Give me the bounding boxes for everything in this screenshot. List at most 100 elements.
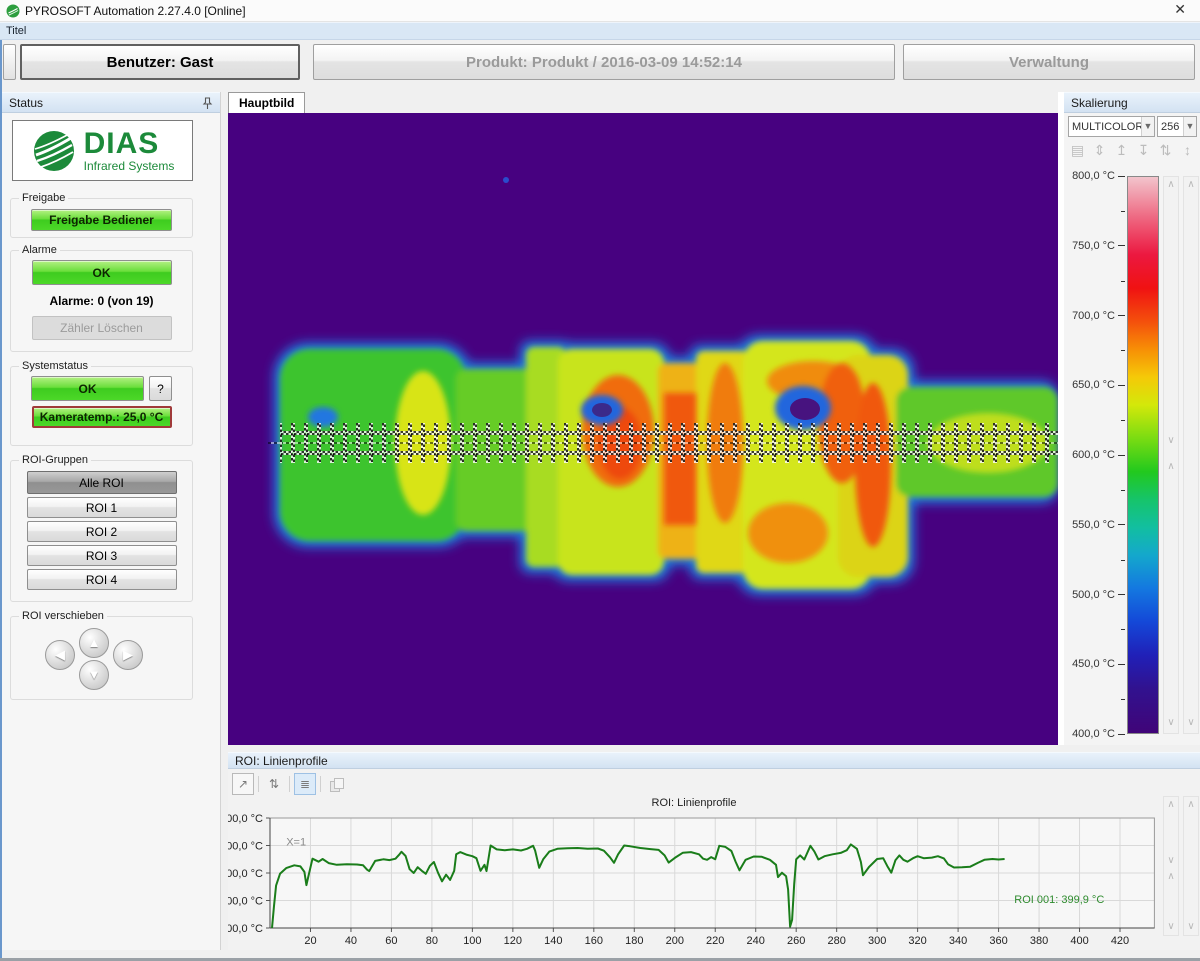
line-profile-chart[interactable]: 2040608010012014016018020022024026028030…	[228, 796, 1160, 950]
svg-text:400,0 °C: 400,0 °C	[228, 923, 263, 935]
scale-compress-icon[interactable]: ⇅	[1158, 142, 1173, 159]
produkt-button[interactable]: Produkt: Produkt / 2016-03-09 14:52:14	[313, 44, 895, 80]
arrow-up-icon[interactable]: ∧	[1164, 799, 1178, 810]
popout-icon[interactable]: ↗	[232, 773, 254, 795]
scale-labels: 800,0 °C750,0 °C700,0 °C650,0 °C600,0 °C…	[1066, 176, 1125, 734]
dias-brand: DIAS	[84, 129, 175, 159]
svg-text:380: 380	[1030, 935, 1048, 947]
svg-text:120: 120	[504, 935, 522, 947]
scale-max-down-icon[interactable]: ↧	[1136, 142, 1151, 159]
tab-hauptbild[interactable]: Hauptbild	[228, 92, 305, 114]
move-left-button[interactable]: ◀	[45, 640, 75, 670]
roi-button-2[interactable]: ROI 2	[27, 521, 177, 542]
window-titlebar: PYROSOFT Automation 2.27.4.0 [Online] ✕	[0, 0, 1200, 22]
roi-button-3[interactable]: ROI 3	[27, 545, 177, 566]
svg-text:400: 400	[1070, 935, 1088, 947]
roi-button-1[interactable]: ROI 1	[27, 497, 177, 518]
roi-button-4[interactable]: ROI 4	[27, 569, 177, 590]
move-down-button[interactable]: ▼	[79, 660, 109, 690]
chevron-down-icon: ▼	[1141, 117, 1154, 136]
svg-text:200: 200	[666, 935, 684, 947]
scale-auto-icon[interactable]: ↕	[1180, 142, 1195, 159]
arrow-down-icon[interactable]: ∨	[1184, 921, 1198, 932]
chart-scale-scrollbar[interactable]: ∧ ∨ ∧ ∨	[1163, 796, 1179, 936]
svg-text:800,0 °C: 800,0 °C	[228, 813, 263, 825]
svg-text:40: 40	[345, 935, 357, 947]
arrow-up-icon[interactable]: ∧	[1164, 871, 1178, 882]
dias-subtitle: Infrared Systems	[84, 160, 175, 172]
pin-icon[interactable]	[202, 97, 213, 110]
svg-text:260: 260	[787, 935, 805, 947]
alarme-ok-indicator[interactable]: OK	[32, 260, 172, 285]
scale-expand-icon[interactable]: ⇕	[1092, 142, 1107, 159]
move-right-button[interactable]: ▶	[113, 640, 143, 670]
svg-text:180: 180	[625, 935, 643, 947]
dias-globe-icon	[31, 128, 77, 174]
systemstatus-help-button[interactable]: ?	[149, 376, 172, 401]
kameratemp-button[interactable]: Kameratemp.: 25,0 °C	[32, 406, 172, 428]
skalierung-toolbar: ▤ ⇕ ↥ ↧ ⇅ ↕	[1070, 142, 1195, 159]
colorbar	[1127, 176, 1159, 734]
alarme-count: Alarme: 0 (von 19)	[11, 294, 192, 308]
titel-bar: Titel	[0, 22, 1200, 40]
svg-text:220: 220	[706, 935, 724, 947]
verwaltung-button[interactable]: Verwaltung	[903, 44, 1195, 80]
scale-properties-icon[interactable]: ▤	[1070, 142, 1085, 159]
arrow-down-icon[interactable]: ∨	[1184, 717, 1198, 728]
svg-text:20: 20	[304, 935, 316, 947]
arrow-up-icon[interactable]: ∧	[1164, 179, 1178, 190]
top-button-row: Benutzer: Gast Produkt: Produkt / 2016-0…	[0, 40, 1200, 92]
arrow-up-icon[interactable]: ∧	[1184, 179, 1198, 190]
arrow-up-icon[interactable]: ∧	[1184, 799, 1198, 810]
arrow-down-icon[interactable]: ∨	[1164, 717, 1178, 728]
svg-text:160: 160	[585, 935, 603, 947]
svg-text:240: 240	[747, 935, 765, 947]
panel-collapse-button[interactable]	[3, 44, 16, 80]
levels-dropdown[interactable]: 256 ▼	[1157, 116, 1197, 137]
arrow-up-icon[interactable]: ∧	[1164, 461, 1178, 472]
scale-min-up-icon[interactable]: ↥	[1114, 142, 1129, 159]
svg-text:600,0 °C: 600,0 °C	[228, 868, 263, 880]
freigabe-label: Freigabe	[19, 192, 68, 204]
autoscale-icon[interactable]: ⇅	[263, 773, 285, 795]
toolbar-separator	[258, 776, 259, 792]
arrow-down-icon[interactable]: ∨	[1164, 855, 1178, 866]
copy-icon[interactable]	[325, 773, 347, 795]
svg-text:300: 300	[868, 935, 886, 947]
roi-verschieben-group: ROI verschieben ▲ ◀ ▶ ▼	[10, 610, 193, 700]
window-title: PYROSOFT Automation 2.27.4.0 [Online]	[25, 4, 246, 18]
systemstatus-ok-indicator[interactable]: OK	[31, 376, 144, 401]
close-icon[interactable]: ✕	[1174, 1, 1186, 18]
arrow-down-icon[interactable]: ∨	[1164, 921, 1178, 932]
alarme-group: Alarme OK Alarme: 0 (von 19) Zähler Lösc…	[10, 244, 193, 352]
move-up-button[interactable]: ▲	[79, 628, 109, 658]
systemstatus-group: Systemstatus OK ? Kameratemp.: 25,0 °C	[10, 360, 193, 446]
list-view-icon[interactable]: ≣	[294, 773, 316, 795]
freigabe-bediener-button[interactable]: Freigabe Bediener	[31, 209, 172, 231]
thermal-image[interactable]	[228, 113, 1058, 745]
linienprofile-toolbar: ↗ ⇅ ≣	[232, 772, 347, 796]
zaehler-loeschen-button[interactable]: Zähler Löschen	[32, 316, 172, 340]
palette-dropdown[interactable]: MULTICOLOR ▼	[1068, 116, 1155, 137]
benutzer-button[interactable]: Benutzer: Gast	[20, 44, 300, 80]
arrow-down-icon[interactable]: ∨	[1164, 435, 1178, 446]
linienprofile-header: ROI: Linienprofile	[228, 752, 1200, 769]
systemstatus-label: Systemstatus	[19, 360, 91, 372]
status-panel: Status DIAS Infrared Systems Freigabe Fr…	[2, 92, 221, 950]
scale-min-scrollbar[interactable]: ∧ ∨	[1183, 176, 1199, 734]
chart-scroll-scrollbar[interactable]: ∧ ∨	[1183, 796, 1199, 936]
app-icon	[6, 4, 20, 18]
toolbar-separator	[320, 776, 321, 792]
roi-verschieben-label: ROI verschieben	[19, 610, 107, 622]
roi-gruppen-label: ROI-Gruppen	[19, 454, 91, 466]
svg-text:700,0 °C: 700,0 °C	[228, 841, 263, 853]
toolbar-separator	[289, 776, 290, 792]
svg-text:80: 80	[426, 935, 438, 947]
chevron-down-icon: ▼	[1183, 117, 1196, 136]
alarme-label: Alarme	[19, 244, 60, 256]
roi-button-alle[interactable]: Alle ROI	[27, 471, 177, 494]
svg-text:280: 280	[827, 935, 845, 947]
roi-measurement-band[interactable]	[268, 423, 1058, 463]
scale-max-scrollbar[interactable]: ∧ ∨ ∧ ∨	[1163, 176, 1179, 734]
svg-text:320: 320	[908, 935, 926, 947]
